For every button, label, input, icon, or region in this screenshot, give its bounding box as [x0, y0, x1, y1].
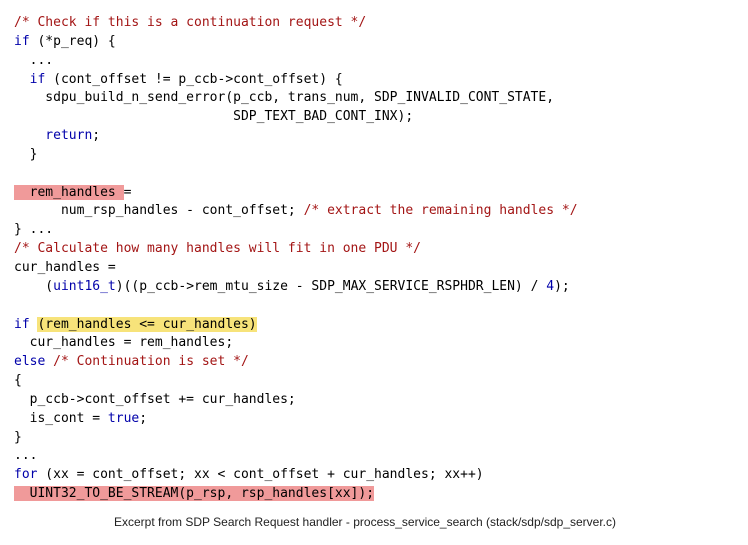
keyword-if: if: [14, 34, 30, 49]
code-text: is_cont =: [14, 411, 108, 426]
code-text: sdpu_build_n_send_error(p_ccb, trans_num…: [14, 90, 554, 105]
code-text: }: [14, 147, 37, 162]
code-text: (xx = cont_offset; xx < cont_offset + cu…: [37, 467, 483, 482]
code-text: cur_handles =: [14, 260, 116, 275]
code-text: p_ccb->cont_offset += cur_handles;: [14, 392, 296, 407]
keyword-if: if: [14, 72, 45, 87]
type-uint16: uint16_t: [53, 279, 116, 294]
code-text: cur_handles = rem_handles;: [14, 335, 233, 350]
keyword-true: true: [108, 411, 139, 426]
comment: /* Continuation is set */: [53, 354, 249, 369]
code-text: [45, 354, 53, 369]
code-block: /* Check if this is a continuation reque…: [14, 14, 748, 504]
code-text: )((p_ccb->rem_mtu_size - SDP_MAX_SERVICE…: [116, 279, 546, 294]
highlight-red: UINT32_TO_BE_STREAM(p_rsp, rsp_handles[x…: [14, 486, 374, 501]
code-text: =: [124, 185, 132, 200]
code-figure: /* Check if this is a continuation reque…: [0, 0, 748, 541]
code-text: ;: [92, 128, 100, 143]
code-text: } ...: [14, 222, 53, 237]
keyword-else: else: [14, 354, 45, 369]
comment: /* Calculate how many handles will fit i…: [14, 241, 421, 256]
comment: /* extract the remaining handles */: [304, 203, 578, 218]
code-text: (: [14, 279, 53, 294]
code-text: ...: [14, 53, 53, 68]
code-text: num_rsp_handles - cont_offset;: [14, 203, 304, 218]
comment: /* Check if this is a continuation reque…: [14, 15, 366, 30]
code-text: ;: [139, 411, 147, 426]
keyword-if: if: [14, 317, 30, 332]
highlight-red: rem_handles: [14, 185, 124, 200]
keyword-for: for: [14, 467, 37, 482]
figure-caption: Excerpt from SDP Search Request handler …: [14, 514, 748, 531]
code-text: SDP_TEXT_BAD_CONT_INX);: [14, 109, 413, 124]
code-text: {: [14, 373, 22, 388]
code-text: (*p_req) {: [30, 34, 116, 49]
literal-4: 4: [546, 279, 554, 294]
highlight-yellow: (rem_handles <= cur_handles): [37, 317, 256, 332]
code-text: );: [554, 279, 570, 294]
code-text: }: [14, 430, 22, 445]
code-text: ...: [14, 448, 37, 463]
keyword-return: return: [14, 128, 92, 143]
code-text: (cont_offset != p_ccb->cont_offset) {: [45, 72, 342, 87]
